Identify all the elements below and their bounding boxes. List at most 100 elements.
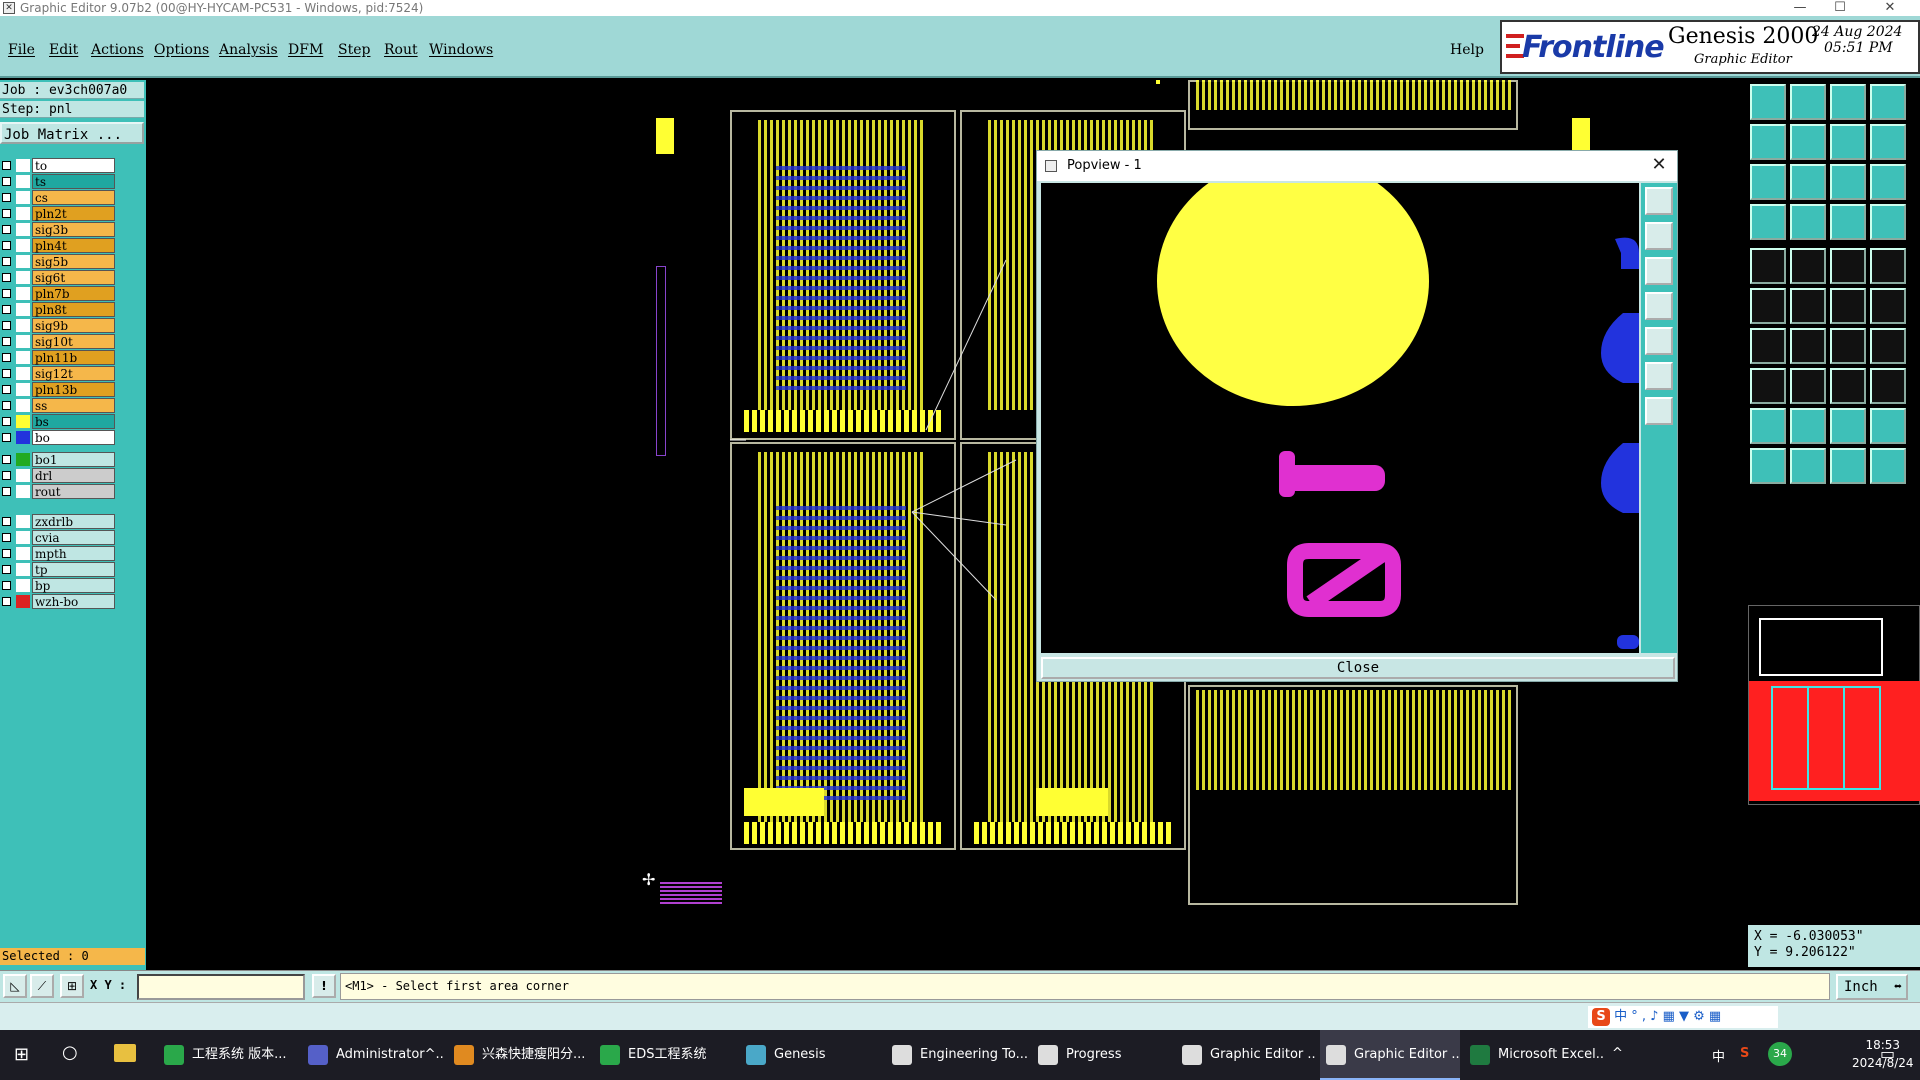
close-window-button[interactable]: ✕ bbox=[1870, 0, 1910, 16]
layer-checkbox[interactable] bbox=[2, 193, 11, 202]
popview-canvas[interactable] bbox=[1041, 183, 1639, 653]
menu-rout[interactable]: Rout bbox=[384, 42, 418, 58]
job-matrix-button[interactable]: Job Matrix ... bbox=[0, 122, 144, 144]
layer-color-swatch[interactable] bbox=[16, 547, 30, 560]
layer-row[interactable]: pln8t bbox=[0, 302, 116, 317]
tool-pointer-2-icon[interactable] bbox=[1790, 448, 1826, 484]
layer-row[interactable]: zxdrlb bbox=[0, 514, 116, 529]
unit-selector[interactable]: Inch ⬌ bbox=[1836, 974, 1908, 1000]
menu-file[interactable]: File bbox=[8, 42, 35, 58]
layer-color-swatch[interactable] bbox=[16, 431, 30, 444]
tool-cross-icon[interactable] bbox=[1790, 288, 1826, 324]
layer-checkbox[interactable] bbox=[2, 401, 11, 410]
grid-snap-icon[interactable]: ⊞ bbox=[60, 974, 84, 998]
xy-input[interactable] bbox=[137, 974, 305, 1000]
layer-checkbox[interactable] bbox=[2, 433, 11, 442]
layer-color-swatch[interactable] bbox=[16, 453, 30, 466]
layer-color-swatch[interactable] bbox=[16, 271, 30, 284]
taskbar-item[interactable]: 兴森快捷瘦阳分... bbox=[448, 1030, 590, 1080]
popview-tool-pan-up-icon[interactable] bbox=[1645, 222, 1673, 250]
layer-row[interactable]: pln7b bbox=[0, 286, 116, 301]
menu-help[interactable]: Help bbox=[1450, 42, 1484, 58]
layer-color-swatch[interactable] bbox=[16, 287, 30, 300]
notification-icon[interactable]: ▭ bbox=[1880, 1044, 1895, 1063]
layer-checkbox[interactable] bbox=[2, 209, 11, 218]
menu-step[interactable]: Step bbox=[338, 42, 370, 58]
layer-row[interactable]: sig10t bbox=[0, 334, 116, 349]
tool-snap-icon[interactable] bbox=[1830, 204, 1866, 240]
tool-pad-red-icon[interactable] bbox=[1750, 368, 1786, 404]
tool-select-icon[interactable] bbox=[1830, 448, 1866, 484]
layer-checkbox[interactable] bbox=[2, 305, 11, 314]
layer-checkbox[interactable] bbox=[2, 581, 11, 590]
minimize-button[interactable]: — bbox=[1780, 0, 1820, 16]
layer-row[interactable]: pln11b bbox=[0, 350, 116, 365]
menu-actions[interactable]: Actions bbox=[91, 42, 144, 58]
tool-move-icon[interactable] bbox=[1830, 288, 1866, 324]
tool-help-icon[interactable] bbox=[1870, 164, 1906, 200]
search-icon[interactable]: ○ bbox=[62, 1042, 78, 1063]
menu-dfm[interactable]: DFM bbox=[288, 42, 323, 58]
layer-row[interactable]: ts bbox=[0, 174, 116, 189]
tool-pointer-icon[interactable] bbox=[1750, 448, 1786, 484]
layer-checkbox[interactable] bbox=[2, 385, 11, 394]
tool-zoom-pan-icon[interactable] bbox=[1790, 124, 1826, 160]
taskbar-item[interactable]: Graphic Editor ... bbox=[1320, 1030, 1460, 1080]
overview-minimap[interactable] bbox=[1748, 605, 1920, 805]
menu-edit[interactable]: Edit bbox=[49, 42, 78, 58]
tool-grid-icon[interactable] bbox=[1790, 204, 1826, 240]
layer-row[interactable]: bo bbox=[0, 430, 116, 445]
layer-row[interactable]: sig3b bbox=[0, 222, 116, 237]
layer-checkbox[interactable] bbox=[2, 241, 11, 250]
layer-row[interactable]: cvia bbox=[0, 530, 116, 545]
tool-dot-icon[interactable] bbox=[1870, 248, 1906, 284]
layer-checkbox[interactable] bbox=[2, 273, 11, 282]
tool-arrow-a-icon[interactable] bbox=[1830, 408, 1866, 444]
tool-copy-icon[interactable] bbox=[1870, 368, 1906, 404]
layer-row[interactable]: mpth bbox=[0, 546, 116, 561]
layer-checkbox[interactable] bbox=[2, 321, 11, 330]
tool-multi-select-icon[interactable] bbox=[1870, 448, 1906, 484]
taskbar-item[interactable]: Administrator^... bbox=[302, 1030, 444, 1080]
layer-checkbox[interactable] bbox=[2, 455, 11, 464]
layer-checkbox[interactable] bbox=[2, 369, 11, 378]
tool-shape-icon[interactable] bbox=[1870, 124, 1906, 160]
layer-row[interactable]: bp bbox=[0, 578, 116, 593]
tool-scale-icon[interactable] bbox=[1830, 164, 1866, 200]
layer-row[interactable]: cs bbox=[0, 190, 116, 205]
layer-color-swatch[interactable] bbox=[16, 159, 30, 172]
layer-row[interactable]: sig12t bbox=[0, 366, 116, 381]
layer-color-swatch[interactable] bbox=[16, 515, 30, 528]
tool-draw-angle-icon[interactable] bbox=[1750, 328, 1786, 364]
layer-checkbox[interactable] bbox=[2, 417, 11, 426]
layer-checkbox[interactable] bbox=[2, 533, 11, 542]
popview-tool-zoom-out-icon[interactable] bbox=[1645, 397, 1673, 425]
tool-open-icon[interactable] bbox=[1750, 84, 1786, 120]
tool-vector-icon[interactable] bbox=[1790, 248, 1826, 284]
popview-close-button[interactable]: Close bbox=[1041, 657, 1675, 679]
taskbar-item[interactable]: EDS工程系统 bbox=[594, 1030, 736, 1080]
tool-line-weight-icon[interactable] bbox=[1830, 248, 1866, 284]
layer-row[interactable]: sig9b bbox=[0, 318, 116, 333]
popview-tool-pan-right-icon[interactable] bbox=[1645, 327, 1673, 355]
tool-zoom-area-icon[interactable] bbox=[1790, 164, 1826, 200]
layer-checkbox[interactable] bbox=[2, 597, 11, 606]
layer-checkbox[interactable] bbox=[2, 289, 11, 298]
tray-overflow-icon[interactable]: ^ bbox=[1612, 1046, 1623, 1061]
layer-checkbox[interactable] bbox=[2, 161, 11, 170]
layer-checkbox[interactable] bbox=[2, 549, 11, 558]
tool-layout-icon[interactable] bbox=[1870, 84, 1906, 120]
taskbar-item[interactable]: Progress bbox=[1032, 1030, 1172, 1080]
tool-center-icon[interactable] bbox=[1830, 368, 1866, 404]
layer-row[interactable]: sig5b bbox=[0, 254, 116, 269]
maximize-button[interactable]: ☐ bbox=[1820, 0, 1860, 16]
tool-flash-icon[interactable] bbox=[1750, 204, 1786, 240]
taskbar-item[interactable]: Graphic Editor ... bbox=[1176, 1030, 1316, 1080]
layer-row[interactable]: rout bbox=[0, 484, 116, 499]
layer-row[interactable]: ss bbox=[0, 398, 116, 413]
layer-color-swatch[interactable] bbox=[16, 351, 30, 364]
layer-row[interactable]: tp bbox=[0, 562, 116, 577]
tray-badge-icon[interactable]: 34 bbox=[1768, 1042, 1792, 1066]
tool-move-to-icon[interactable] bbox=[1870, 288, 1906, 324]
tool-arc-icon[interactable] bbox=[1830, 328, 1866, 364]
